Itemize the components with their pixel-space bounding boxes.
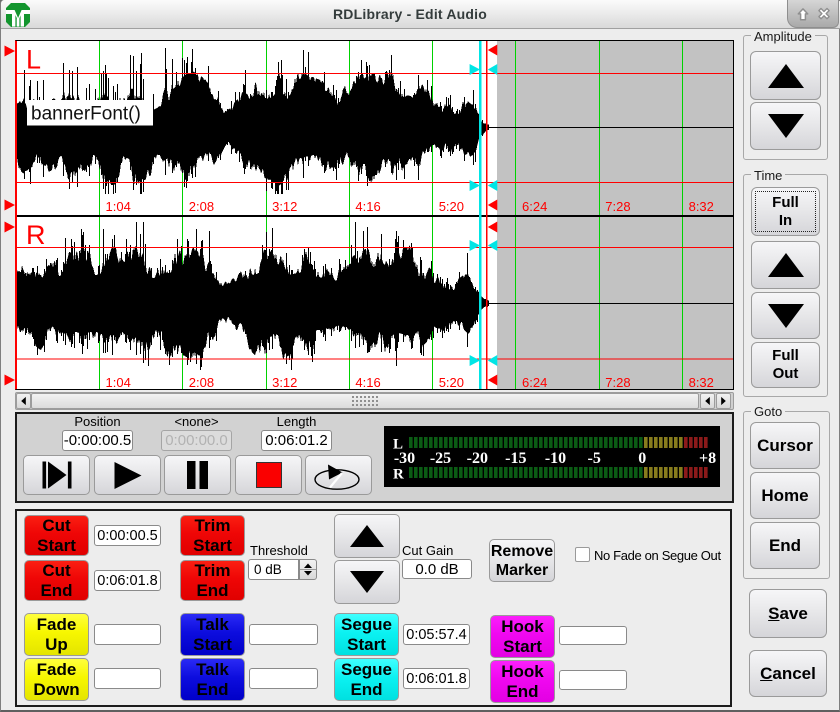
- svg-text:1:04: 1:04: [106, 199, 131, 214]
- svg-text:-5: -5: [588, 450, 601, 467]
- svg-text:+8: +8: [699, 450, 716, 467]
- svg-text:-20: -20: [467, 450, 488, 467]
- svg-text:L: L: [26, 45, 41, 75]
- svg-text:R: R: [393, 467, 404, 483]
- svg-text:6:24: 6:24: [522, 375, 547, 390]
- svg-text:-30: -30: [394, 450, 415, 467]
- svg-text:-10: -10: [545, 450, 566, 467]
- svg-text:6:24: 6:24: [522, 199, 547, 214]
- svg-text:2:08: 2:08: [189, 199, 214, 214]
- svg-text:bannerFont(): bannerFont(): [31, 104, 141, 125]
- svg-text:3:12: 3:12: [272, 199, 297, 214]
- svg-text:R: R: [26, 220, 46, 250]
- svg-text:5:20: 5:20: [439, 199, 464, 214]
- svg-text:0: 0: [638, 450, 646, 467]
- svg-text:8:32: 8:32: [689, 199, 714, 214]
- svg-text:-25: -25: [430, 450, 451, 467]
- svg-text:8:32: 8:32: [689, 375, 714, 390]
- svg-text:4:16: 4:16: [355, 199, 380, 214]
- svg-text:3:12: 3:12: [272, 375, 297, 390]
- svg-text:7:28: 7:28: [605, 375, 630, 390]
- svg-text:1:04: 1:04: [106, 375, 131, 390]
- svg-text:-15: -15: [505, 450, 526, 467]
- svg-text:2:08: 2:08: [189, 375, 214, 390]
- svg-text:7:28: 7:28: [605, 199, 630, 214]
- svg-text:5:20: 5:20: [439, 375, 464, 390]
- svg-text:4:16: 4:16: [355, 375, 380, 390]
